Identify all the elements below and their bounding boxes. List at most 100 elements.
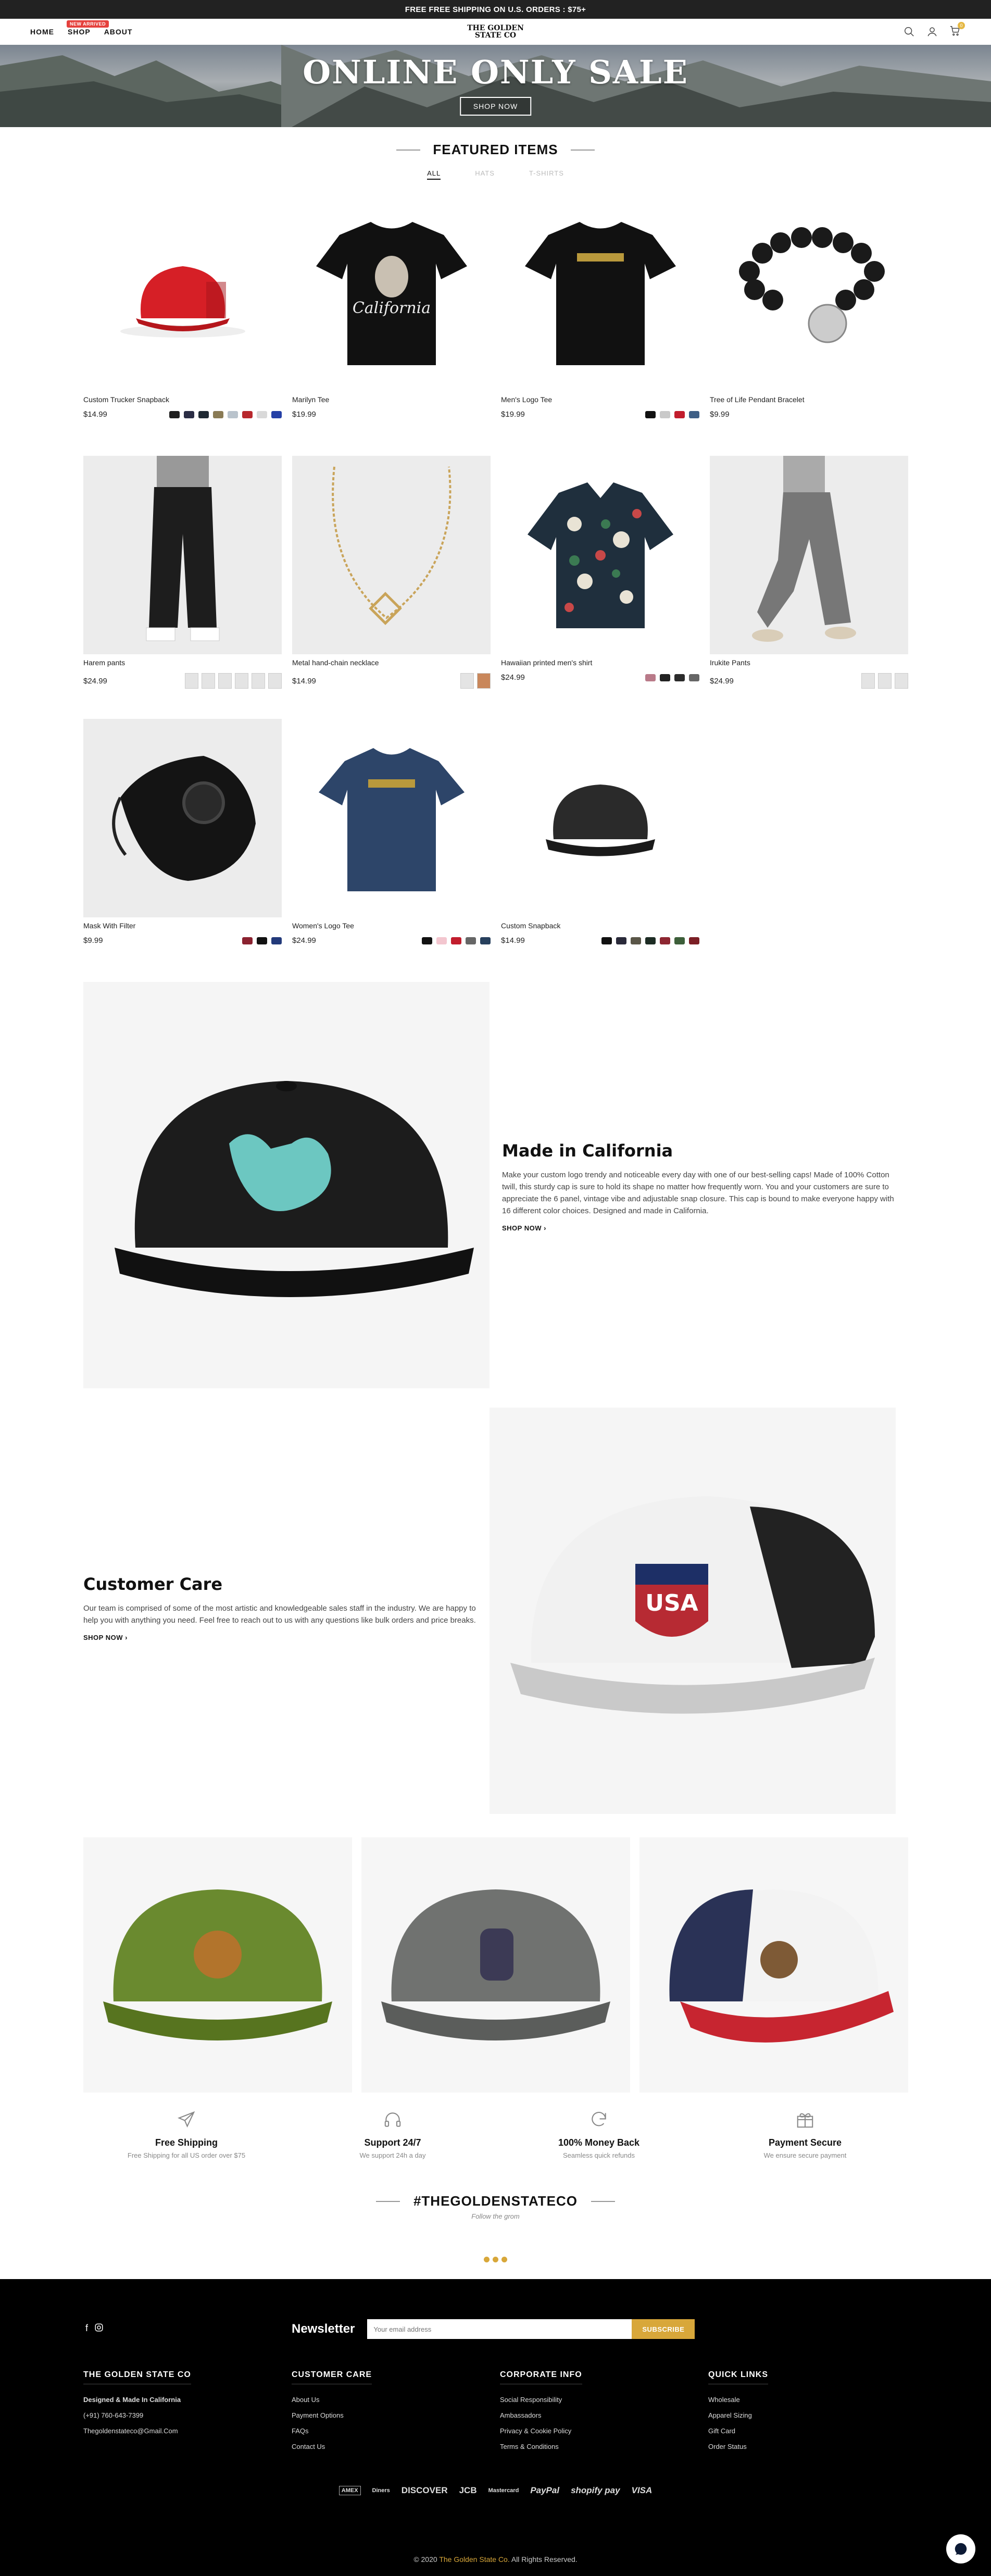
variant-thumbnail[interactable] [218,673,232,689]
variant-thumbnail[interactable] [268,673,282,689]
product-image-necklace[interactable] [292,456,491,654]
color-swatch[interactable] [213,410,223,418]
color-swatch[interactable] [616,937,626,944]
footer-link[interactable]: Terms & Conditions [500,2443,698,2450]
color-swatch[interactable] [674,937,685,944]
tab-hats[interactable]: HATS [475,169,495,180]
color-swatch[interactable] [271,410,282,418]
color-swatch[interactable] [480,937,491,944]
color-swatch[interactable] [674,410,685,418]
color-swatch[interactable] [466,937,476,944]
footer-link[interactable]: Apparel Sizing [708,2411,906,2419]
product-image-hawaiian-shirt[interactable] [501,456,699,654]
account-icon[interactable] [926,26,938,38]
color-swatch[interactable] [184,410,194,418]
color-swatch[interactable] [436,937,447,944]
variant-thumbnail[interactable] [252,673,265,689]
product-card[interactable]: Men's Logo Tee $19.99 [501,193,699,419]
color-swatch[interactable] [674,674,685,681]
product-card[interactable]: California Marilyn Tee $19.99 [292,193,491,419]
variant-thumbnail[interactable] [460,673,474,689]
tab-all[interactable]: ALL [427,169,441,180]
color-swatch[interactable] [660,674,670,681]
gallery-image-red-trucker-cap[interactable] [639,1837,908,2093]
color-swatch[interactable] [660,937,670,944]
product-name[interactable]: Hawaiian printed men's shirt [501,658,699,667]
product-name[interactable]: Harem pants [83,658,282,667]
product-name[interactable]: Irukite Pants [710,658,908,667]
product-name[interactable]: Women's Logo Tee [292,922,491,930]
product-card[interactable]: Custom Trucker Snapback $14.99 [83,193,282,419]
footer-link[interactable]: FAQs [292,2427,490,2435]
color-swatch[interactable] [660,410,670,418]
color-swatch[interactable] [645,937,656,944]
variant-thumbnail[interactable] [477,673,491,689]
nav-about[interactable]: ABOUT [104,28,133,36]
color-swatch[interactable] [228,410,238,418]
product-name[interactable]: Custom Trucker Snapback [83,395,282,404]
search-icon[interactable] [904,26,915,38]
nav-shop[interactable]: NEW ARRIVED SHOP [67,20,109,36]
footer-link[interactable]: Ambassadors [500,2411,698,2419]
color-swatch[interactable] [169,410,180,418]
feature2-shop-now-link[interactable]: SHOP NOW › [83,1634,477,1641]
product-card[interactable]: Women's Logo Tee $24.99 [292,719,491,945]
variant-thumbnail[interactable] [895,673,908,689]
footer-email[interactable]: Thegoldenstateco@Gmail.Com [83,2427,281,2435]
variant-thumbnail[interactable] [202,673,215,689]
gallery-image-gray-cap[interactable] [361,1837,630,2093]
product-image-irukite-pants[interactable] [710,456,908,654]
cart-button[interactable]: 0 [949,21,965,39]
subscribe-button[interactable]: SUBSCRIBE [632,2319,695,2339]
color-swatch[interactable] [257,937,267,944]
color-swatch[interactable] [689,674,699,681]
footer-link[interactable]: Privacy & Cookie Policy [500,2427,698,2435]
copyright-brand-link[interactable]: The Golden State Co. [439,2555,509,2563]
newsletter-email-input[interactable] [367,2319,632,2339]
product-name[interactable]: Men's Logo Tee [501,395,699,404]
footer-link[interactable]: Social Responsibility [500,2396,698,2404]
color-swatch[interactable] [242,410,253,418]
color-swatch[interactable] [422,937,432,944]
site-logo[interactable]: THE GOLDEN STATE CO [467,24,524,39]
color-swatch[interactable] [257,410,267,418]
instagram-icon[interactable] [94,2323,104,2332]
tab-t-shirts[interactable]: T-SHIRTS [529,169,564,180]
facebook-icon[interactable]: f [85,2323,88,2334]
color-swatch[interactable] [689,937,699,944]
color-swatch[interactable] [645,410,656,418]
product-card[interactable]: Irukite Pants $24.99 [710,456,908,689]
product-card[interactable]: Metal hand-chain necklace $14.99 [292,456,491,689]
footer-link[interactable]: Order Status [708,2443,906,2450]
variant-thumbnail[interactable] [878,673,892,689]
variant-thumbnail[interactable] [235,673,248,689]
color-swatch[interactable] [242,937,253,944]
product-image-marilyn-tee[interactable]: California [292,193,491,391]
footer-link[interactable]: Wholesale [708,2396,906,2404]
product-image-custom-snapback[interactable] [501,719,699,917]
product-card[interactable]: Hawaiian printed men's shirt $24.99 [501,456,699,689]
product-image-bracelet[interactable] [710,193,908,391]
product-image-mask[interactable] [83,719,282,917]
product-name[interactable]: Custom Snapback [501,922,699,930]
color-swatch[interactable] [601,937,612,944]
color-swatch[interactable] [689,410,699,418]
product-card[interactable]: Harem pants $24.99 [83,456,282,689]
color-swatch[interactable] [271,937,282,944]
product-card[interactable]: Tree of Life Pendant Bracelet $9.99 [710,193,908,419]
nav-home[interactable]: HOME [30,28,54,36]
color-swatch[interactable] [198,410,209,418]
footer-phone[interactable]: (+91) 760-643-7399 [83,2411,281,2419]
footer-link[interactable]: Gift Card [708,2427,906,2435]
hero-shop-now-button[interactable]: SHOP NOW [459,97,532,116]
variant-thumbnail[interactable] [861,673,875,689]
color-swatch[interactable] [631,937,641,944]
product-image-mens-logo-tee[interactable] [501,193,699,391]
chat-button[interactable] [946,2534,975,2563]
product-image-harem-pants[interactable] [83,456,282,654]
footer-link[interactable]: Payment Options [292,2411,490,2419]
feature1-shop-now-link[interactable]: SHOP NOW › [502,1224,896,1232]
color-swatch[interactable] [451,937,461,944]
gallery-image-green-cap[interactable] [83,1837,352,2093]
product-name[interactable]: Mask With Filter [83,922,282,930]
